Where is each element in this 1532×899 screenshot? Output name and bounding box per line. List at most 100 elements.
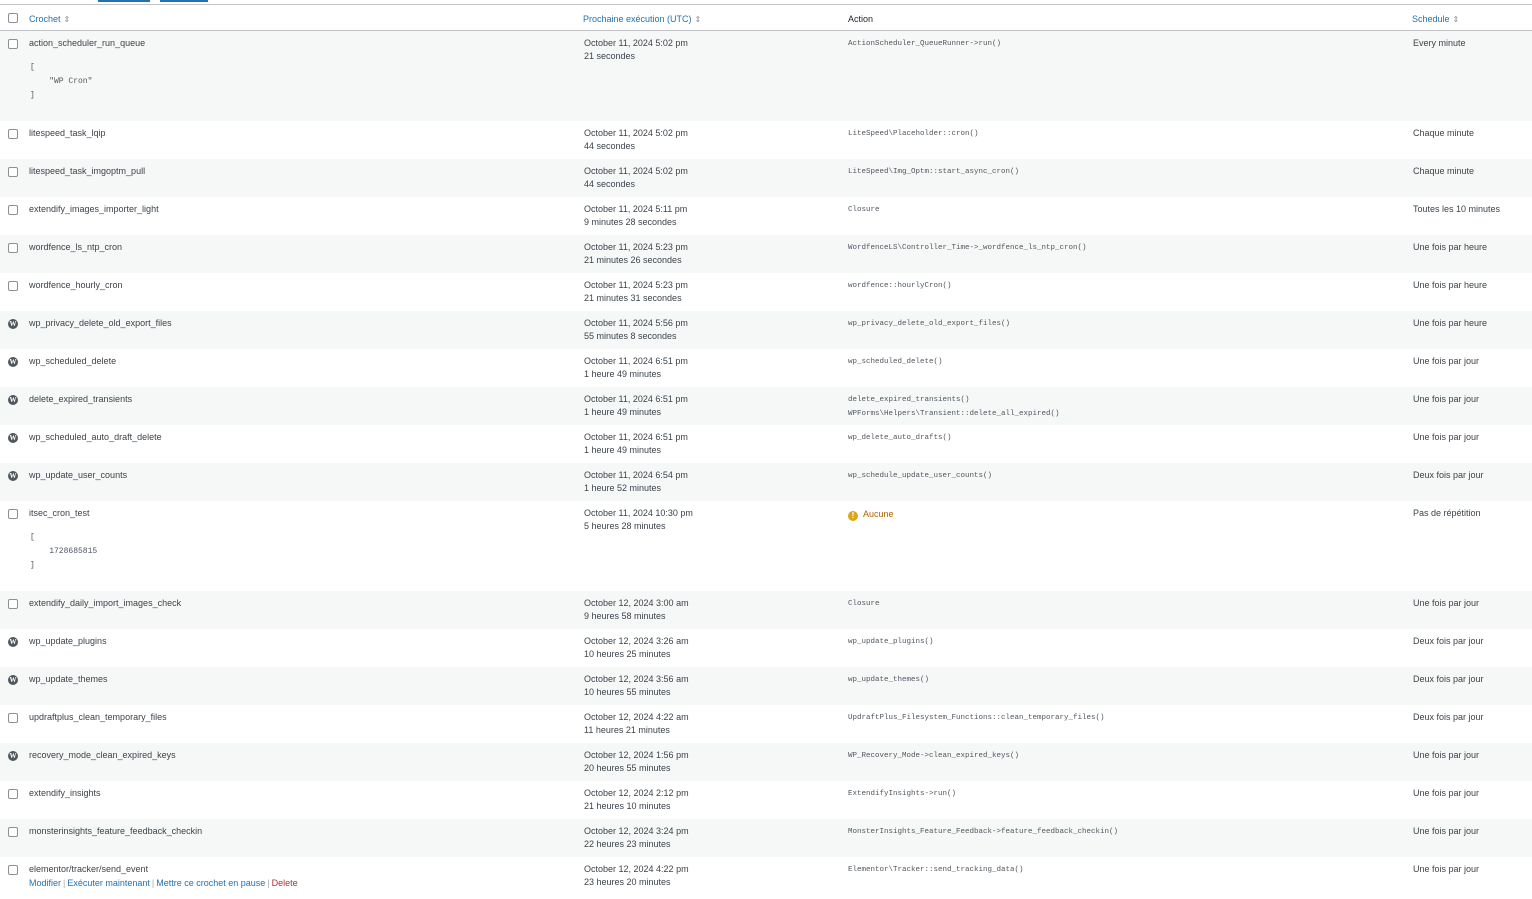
run-now-link[interactable]: Exécuter maintenant <box>67 878 150 888</box>
row-checkbox[interactable] <box>8 39 18 49</box>
next-run-date: October 11, 2024 5:02 pm <box>584 38 688 48</box>
column-schedule-header[interactable]: Schedule ⇕ <box>1412 14 1459 25</box>
row-checkbox[interactable] <box>8 599 18 609</box>
next-run-relative: 44 secondes <box>584 179 636 189</box>
next-run: October 12, 2024 3:56 am 10 heures 55 min… <box>584 673 689 699</box>
row-checkbox[interactable] <box>8 281 18 291</box>
hook-name: updraftplus_clean_temporary_files <box>29 712 167 722</box>
pause-hook-link[interactable]: Mettre ce crochet en pause <box>156 878 265 888</box>
action-callbacks: WP_Recovery_Mode->clean_expired_keys() <box>848 749 1019 763</box>
table-row: extendify_daily_import_images_check Octob… <box>0 591 1532 629</box>
select-all-checkbox[interactable] <box>8 13 18 23</box>
hook-name: wp_update_themes <box>29 674 108 684</box>
sort-icon: ⇕ <box>1452 15 1460 24</box>
action-warning: ! Aucune <box>848 508 894 521</box>
next-run-date: October 12, 2024 3:56 am <box>584 674 689 684</box>
column-action-label: Action <box>848 14 874 24</box>
next-run-relative: 1 heure 49 minutes <box>584 407 662 417</box>
next-run: October 12, 2024 4:22 pm 23 heures 20 min… <box>584 863 689 889</box>
row-actions: Modifier | Exécuter maintenant | Mettre ce c… <box>29 878 298 889</box>
next-run-relative: 55 minutes 8 secondes <box>584 331 677 341</box>
hook-name: extendify_images_importer_light <box>29 204 159 214</box>
action-callbacks: UpdraftPlus_Filesystem_Functions::clean_… <box>848 711 1105 725</box>
sort-icon: ⇕ <box>694 15 702 24</box>
action-callbacks: LiteSpeed\Img_Optm::start_async_cron() <box>848 165 1019 179</box>
row-checkbox[interactable] <box>8 129 18 139</box>
row-checkbox[interactable] <box>8 509 18 519</box>
next-run-date: October 11, 2024 5:11 pm <box>584 204 688 214</box>
next-run: October 11, 2024 6:54 pm 1 heure 52 minut… <box>584 469 688 495</box>
action-warning-text: Aucune <box>863 509 894 519</box>
action-callback: wp_schedule_update_user_counts() <box>848 472 993 480</box>
next-run: October 11, 2024 5:02 pm 21 secondes <box>584 37 688 63</box>
table-row: elementor/tracker/send_event October 12, … <box>0 857 1532 895</box>
row-checkbox[interactable] <box>8 789 18 799</box>
next-run-date: October 11, 2024 5:23 pm <box>584 242 688 252</box>
action-callback: wp_update_plugins() <box>848 638 934 646</box>
action-callbacks: wp_privacy_delete_old_export_files() <box>848 317 1010 331</box>
schedule-value: Toutes les 10 minutes <box>1413 204 1501 214</box>
table-row: litespeed_task_lqip October 11, 2024 5:02… <box>0 121 1532 159</box>
next-run-date: October 11, 2024 6:51 pm <box>584 356 688 366</box>
row-checkbox[interactable] <box>8 865 18 875</box>
schedule-value: Deux fois par jour <box>1413 470 1484 480</box>
action-callbacks: MonsterInsights_Feature_Feedback->featur… <box>848 825 1118 839</box>
action-callbacks: Closure <box>848 597 880 611</box>
next-run-relative: 20 heures 55 minutes <box>584 763 671 773</box>
action-callback: UpdraftPlus_Filesystem_Functions::clean_… <box>848 714 1105 722</box>
table-row: updraftplus_clean_temporary_files October… <box>0 705 1532 743</box>
action-callbacks: LiteSpeed\Placeholder::cron() <box>848 127 979 141</box>
next-run-relative: 21 secondes <box>584 51 636 61</box>
row-checkbox[interactable] <box>8 167 18 177</box>
action-callbacks: WordfenceLS\Controller_Time->_wordfence_… <box>848 241 1087 255</box>
wordpress-core-icon: W <box>8 471 18 481</box>
next-run: October 11, 2024 5:56 pm 55 minutes 8 sec… <box>584 317 688 343</box>
action-callback: Elementor\Tracker::send_tracking_data() <box>848 866 1024 874</box>
next-run-date: October 12, 2024 4:22 pm <box>584 864 689 874</box>
hook-name: wordfence_hourly_cron <box>29 280 123 290</box>
next-run-date: October 11, 2024 5:23 pm <box>584 280 688 290</box>
next-run: October 11, 2024 5:23 pm 21 minutes 26 se… <box>584 241 688 267</box>
row-checkbox[interactable] <box>8 827 18 837</box>
next-run: October 11, 2024 6:51 pm 1 heure 49 minut… <box>584 431 688 457</box>
table-row: action_scheduler_run_queue [ "WP Cron" ] O… <box>0 31 1532 121</box>
column-hook-header[interactable]: Crochet ⇕ <box>29 14 70 25</box>
action-callbacks: ActionScheduler_QueueRunner->run() <box>848 37 1001 51</box>
schedule-value: Une fois par jour <box>1413 598 1480 608</box>
next-run-relative: 10 heures 25 minutes <box>584 649 671 659</box>
next-run: October 11, 2024 5:02 pm 44 secondes <box>584 165 688 191</box>
next-run-relative: 21 minutes 31 secondes <box>584 293 682 303</box>
schedule-value: Une fois par jour <box>1413 750 1480 760</box>
delete-link[interactable]: Delete <box>272 878 298 888</box>
schedule-value: Une fois par jour <box>1413 356 1480 366</box>
next-run-relative: 11 heures 21 minutes <box>584 725 670 735</box>
action-callbacks: ExtendifyInsights->run() <box>848 787 956 801</box>
row-checkbox[interactable] <box>8 243 18 253</box>
table-row: wordfence_hourly_cron October 11, 2024 5:… <box>0 273 1532 311</box>
table-row: Wwp_scheduled_auto_draft_delete October 1… <box>0 425 1532 463</box>
action-callback: delete_expired_transients() <box>848 396 970 404</box>
hook-arguments: [ "WP Cron" ] <box>30 63 93 100</box>
row-checkbox[interactable] <box>8 713 18 723</box>
next-run: October 11, 2024 5:11 pm 9 minutes 28 sec… <box>584 203 687 229</box>
next-run: October 12, 2024 4:22 am 11 heures 21 min… <box>584 711 689 737</box>
column-next-header[interactable]: Prochaine exécution (UTC) ⇕ <box>583 14 701 25</box>
wordpress-core-icon: W <box>8 751 18 761</box>
schedule-value: Chaque minute <box>1413 166 1475 176</box>
table-row: Wdelete_expired_transients October 11, 20… <box>0 387 1532 425</box>
action-callbacks: delete_expired_transients() WPForms\Helpe… <box>848 393 1060 421</box>
row-checkbox[interactable] <box>8 205 18 215</box>
hook-name: extendify_insights <box>29 788 101 798</box>
tab-indicator[interactable] <box>160 0 208 2</box>
next-run-date: October 12, 2024 3:24 pm <box>584 826 689 836</box>
next-run-relative: 21 heures 10 minutes <box>584 801 671 811</box>
next-run: October 12, 2024 2:12 pm 21 heures 10 min… <box>584 787 689 813</box>
next-run-date: October 12, 2024 2:12 pm <box>584 788 689 798</box>
action-callbacks: wp_update_plugins() <box>848 635 934 649</box>
tab-indicator[interactable] <box>98 0 150 2</box>
hook-name: itsec_cron_test <box>29 508 90 518</box>
hook-name: wp_update_plugins <box>29 636 107 646</box>
action-callback: LiteSpeed\Img_Optm::start_async_cron() <box>848 168 1020 176</box>
edit-link[interactable]: Modifier <box>29 878 61 888</box>
action-callback: Closure <box>848 600 880 608</box>
